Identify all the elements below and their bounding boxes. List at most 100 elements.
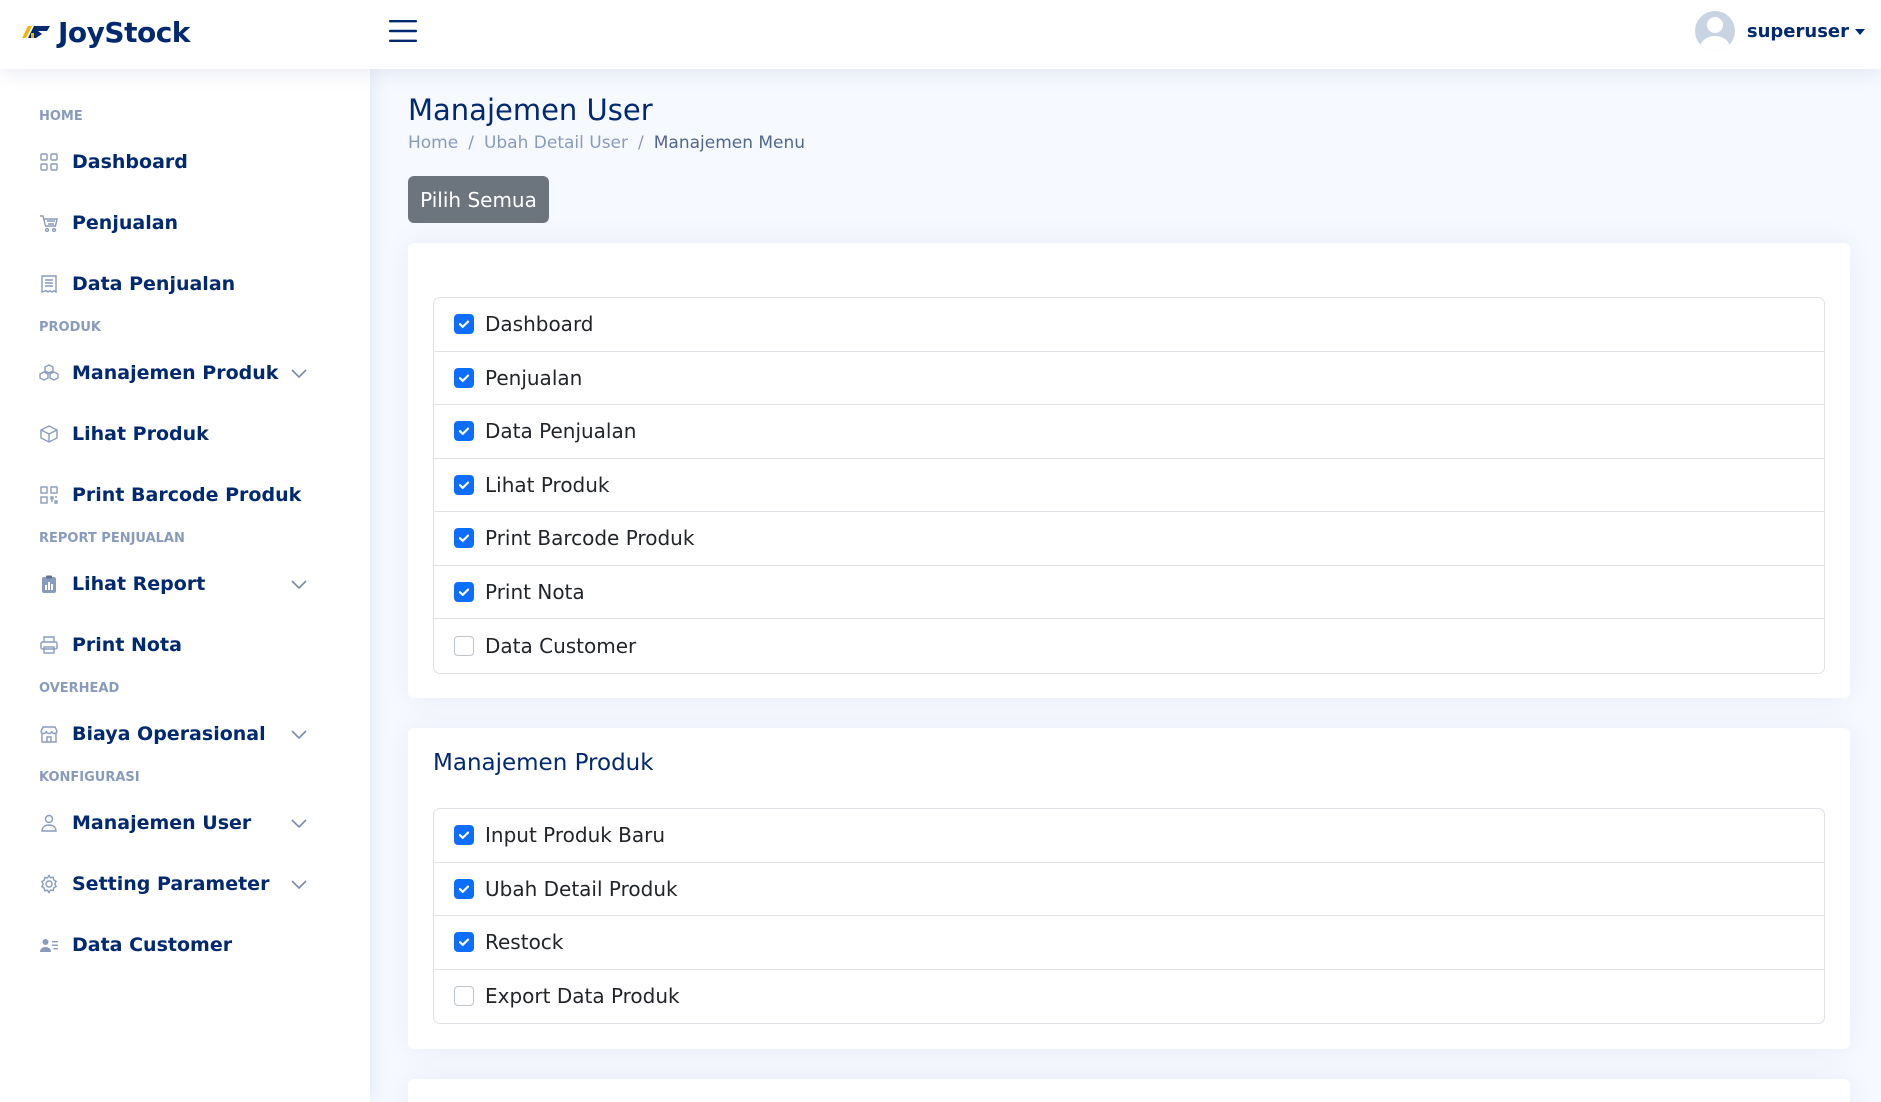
receipt-icon — [39, 274, 59, 294]
card-title: Manajemen Produk — [433, 750, 654, 776]
permission-label: Data Customer — [485, 633, 637, 658]
menu-permissions-card: Dashboard Penjualan Data Penjualan Lihat Pr… — [408, 243, 1850, 698]
select-all-button[interactable]: Pilih Semua — [408, 176, 549, 223]
app-logo[interactable]: JoyStock — [22, 12, 190, 52]
permission-item-penjualan[interactable]: Penjualan — [434, 352, 1824, 405]
permission-item-dashboard[interactable]: Dashboard — [434, 298, 1824, 352]
permission-item-lihat-produk[interactable]: Lihat Produk — [434, 459, 1824, 512]
sidebar-item-data-customer[interactable]: Data Customer — [20, 918, 350, 971]
grid-icon — [39, 152, 59, 172]
permission-item-restock[interactable]: Restock — [434, 916, 1824, 970]
nav-heading-overhead: OVERHEAD — [39, 681, 120, 696]
checkbox-unchecked[interactable] — [454, 986, 474, 1007]
main-content: Manajemen User Home / Ubah Detail User /… — [370, 69, 1881, 1102]
chevron-down-icon[interactable] — [290, 364, 308, 382]
nav-heading-produk: PRODUK — [39, 320, 102, 335]
permission-item-input-produk-baru[interactable]: Input Produk Baru — [434, 809, 1824, 863]
gear-icon — [39, 873, 59, 894]
sidebar-item-print-nota[interactable]: Print Nota — [20, 618, 350, 671]
sidebar-item-lihat-report[interactable]: Lihat Report — [20, 557, 350, 610]
checkbox-checked[interactable] — [454, 367, 474, 388]
user-avatar-icon — [1694, 11, 1735, 51]
breadcrumb-separator: / — [638, 133, 644, 153]
permission-label: Penjualan — [485, 365, 583, 390]
sidebar-item-label: Dashboard — [72, 150, 188, 173]
page-title: Manajemen User — [408, 93, 653, 127]
sidebar-item-penjualan[interactable]: Penjualan — [20, 196, 350, 249]
clipboard-data-icon — [39, 574, 59, 594]
permission-label: Export Data Produk — [485, 984, 680, 1009]
sidebar-item-label: Data Penjualan — [72, 272, 236, 295]
nav-heading-home: HOME — [39, 109, 83, 124]
sidebar-item-label: Manajemen Produk — [72, 361, 279, 384]
box-icon — [39, 424, 59, 444]
checkbox-checked[interactable] — [454, 314, 474, 335]
chevron-down-icon[interactable] — [290, 814, 308, 832]
sidebar-item-label: Print Nota — [72, 633, 182, 656]
top-header: JoyStock superuser — [0, 0, 1881, 69]
user-profile-dropdown[interactable]: superuser — [1694, 11, 1865, 51]
checkbox-checked[interactable] — [454, 474, 474, 495]
sidebar-item-label: Lihat Produk — [72, 422, 209, 445]
sidebar-item-label: Manajemen User — [72, 811, 252, 834]
username: superuser — [1746, 20, 1849, 42]
permission-item-print-nota[interactable]: Print Nota — [434, 566, 1824, 619]
nav-heading-konfigurasi: KONFIGURASI — [39, 770, 140, 785]
sidebar-item-manajemen-user[interactable]: Manajemen User — [20, 796, 350, 849]
app-name: JoyStock — [58, 15, 190, 49]
sidebar-item-setting-parameter[interactable]: Setting Parameter — [20, 857, 350, 910]
sidebar-item-label: Print Barcode Produk — [72, 483, 302, 506]
checkbox-checked[interactable] — [454, 878, 474, 899]
sidebar-item-label: Lihat Report — [72, 572, 206, 595]
checkbox-checked[interactable] — [454, 932, 474, 953]
permission-list: Dashboard Penjualan Data Penjualan Lihat Pr… — [433, 297, 1825, 674]
sidebar-item-label: Biaya Operasional — [72, 722, 266, 745]
sidebar-item-dashboard[interactable]: Dashboard — [20, 135, 350, 188]
permission-label: Print Nota — [485, 579, 585, 604]
permission-item-print-barcode-produk[interactable]: Print Barcode Produk — [434, 512, 1824, 566]
breadcrumb-ubah-detail-user[interactable]: Ubah Detail User — [484, 133, 628, 153]
permission-item-data-customer[interactable]: Data Customer — [434, 619, 1824, 673]
shop-icon — [39, 724, 59, 744]
chevron-down-icon[interactable] — [290, 875, 308, 893]
checkbox-unchecked[interactable] — [454, 635, 474, 656]
caret-down-icon — [1855, 29, 1865, 35]
permission-item-data-penjualan[interactable]: Data Penjualan — [434, 405, 1824, 459]
person-lines-icon — [39, 935, 59, 955]
sidebar-item-label: Penjualan — [72, 211, 179, 234]
sidebar-item-biaya-operasional[interactable]: Biaya Operasional — [20, 707, 350, 760]
sidebar: HOME Dashboard Penjualan Data Penjualan PROD… — [0, 69, 370, 1102]
chevron-down-icon[interactable] — [290, 575, 308, 593]
sidebar-item-print-barcode-produk[interactable]: Print Barcode Produk — [20, 468, 350, 521]
sidebar-item-manajemen-produk[interactable]: Manajemen Produk — [20, 346, 350, 399]
permission-label: Lihat Produk — [485, 472, 610, 497]
hamburger-menu-icon[interactable] — [388, 18, 418, 44]
qr-code-icon — [39, 485, 59, 505]
breadcrumb-separator: / — [468, 133, 474, 153]
checkbox-checked[interactable] — [454, 825, 474, 846]
checkbox-checked[interactable] — [454, 581, 474, 602]
cart-icon — [39, 213, 59, 233]
sidebar-item-label: Data Customer — [72, 933, 233, 956]
checkbox-checked[interactable] — [454, 528, 474, 549]
permission-item-export-data-produk[interactable]: Export Data Produk — [434, 970, 1824, 1024]
chevron-down-icon[interactable] — [290, 725, 308, 743]
sidebar-item-label: Setting Parameter — [72, 872, 270, 895]
sidebar-item-data-penjualan[interactable]: Data Penjualan — [20, 257, 350, 310]
breadcrumb-home[interactable]: Home — [408, 133, 458, 153]
permission-list: Input Produk Baru Ubah Detail Produk Resto… — [433, 808, 1825, 1024]
permission-label: Data Penjualan — [485, 419, 637, 444]
checkbox-checked[interactable] — [454, 421, 474, 442]
permission-item-ubah-detail-produk[interactable]: Ubah Detail Produk — [434, 863, 1824, 916]
permission-label: Ubah Detail Produk — [485, 876, 678, 901]
sidebar-item-lihat-produk[interactable]: Lihat Produk — [20, 407, 350, 460]
printer-icon — [39, 635, 59, 655]
nav-heading-report-penjualan: REPORT PENJUALAN — [39, 531, 185, 546]
manajemen-produk-permissions-card: Manajemen Produk Input Produk Baru Ubah D… — [408, 728, 1850, 1049]
permission-label: Restock — [485, 930, 564, 955]
permission-label: Print Barcode Produk — [485, 526, 695, 551]
permission-label: Dashboard — [485, 312, 594, 337]
breadcrumb: Home / Ubah Detail User / Manajemen Menu — [408, 133, 805, 153]
breadcrumb-current: Manajemen Menu — [653, 133, 806, 153]
next-permissions-card — [408, 1079, 1850, 1102]
